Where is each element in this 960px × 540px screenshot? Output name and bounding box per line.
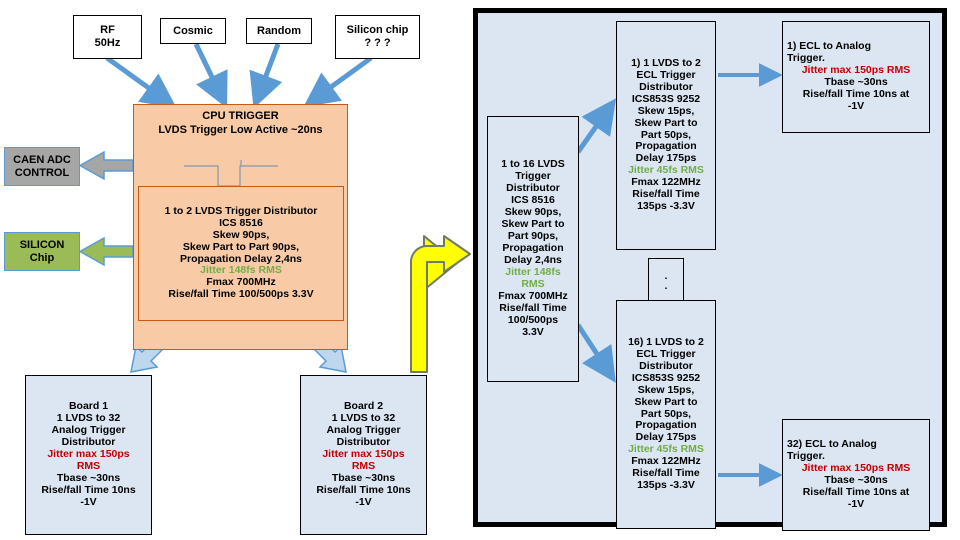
board1-voltage: -1V bbox=[80, 495, 97, 508]
cpu-trigger-block[interactable]: CPU TRIGGER LVDS Trigger Low Active ~20n… bbox=[133, 104, 348, 350]
ecl-last-line6: Skew Part to bbox=[634, 395, 698, 408]
ellipsis-box: . . bbox=[648, 258, 684, 306]
ecl-last-risefall-val: 135ps -3.3V bbox=[637, 479, 695, 492]
source-box-cosmic[interactable]: Cosmic bbox=[160, 18, 226, 44]
ecl-last-line5: Skew 15ps, bbox=[637, 383, 695, 396]
arrow-cpu-to-caen bbox=[78, 150, 134, 181]
low-active-pulse-waveform bbox=[182, 142, 300, 187]
board2-box[interactable]: Board 2 1 LVDS to 32 Analog Trigger Dist… bbox=[300, 375, 427, 535]
cpu-trigger-title: CPU TRIGGER bbox=[202, 110, 279, 122]
board1-box[interactable]: Board 1 1 LVDS to 32 Analog Trigger Dist… bbox=[25, 375, 152, 535]
ecl-last-line1: 16) 1 LVDS to 2 bbox=[628, 335, 704, 348]
source-box-random[interactable]: Random bbox=[246, 18, 312, 44]
arrow-expand-to-panel bbox=[410, 235, 471, 373]
ecl-distributor-box-first[interactable]: 1) 1 LVDS to 2 ECL Trigger Distributor I… bbox=[616, 21, 716, 250]
arrow-silicon-source-to-cpu bbox=[303, 55, 373, 108]
lvds12-line1: 1 to 2 LVDS Trigger Distributor bbox=[164, 204, 318, 217]
ecl-last-line4: ICS853S 9252 bbox=[631, 371, 701, 384]
ecl-distributor-box-last[interactable]: 16) 1 LVDS to 2 ECL Trigger Distributor … bbox=[616, 300, 716, 529]
source-box-rf[interactable]: RF 50Hz bbox=[73, 15, 142, 59]
diagram-canvas: RF 50Hz Cosmic Random Silicon chip ? ? ?… bbox=[0, 0, 960, 540]
arrow-cpu-to-silicon bbox=[78, 236, 134, 267]
lvds-1to16-distributor-box[interactable]: 1 to 16 LVDS Trigger Distributor ICS 851… bbox=[487, 116, 579, 382]
ecl-first-line4: ICS853S 9252 bbox=[631, 92, 701, 105]
lvds12-line4: Skew Part to Part 90ps, bbox=[182, 240, 300, 253]
lvds16-voltage: 3.3V bbox=[522, 325, 544, 338]
ecl-last-line3: Distributor bbox=[639, 359, 693, 372]
lvds12-line3: Skew 90ps, bbox=[212, 228, 270, 241]
ecl-last-line2: ECL Trigger bbox=[636, 347, 696, 360]
ecl-first-line3: Distributor bbox=[639, 80, 693, 93]
lvds12-risefall: Rise/fall Time 100/500ps 3.3V bbox=[168, 288, 314, 301]
analog-first-voltage: -1V bbox=[847, 99, 865, 112]
ecl-first-line5: Skew 15ps, bbox=[637, 104, 695, 117]
silicon-chip-box[interactable]: SILICON Chip bbox=[4, 232, 80, 271]
board2-voltage: -1V bbox=[355, 495, 372, 508]
ecl-to-analog-box-first[interactable]: 1) ECL to Analog Trigger. Jitter max 150… bbox=[782, 21, 930, 133]
ecl-first-line6: Skew Part to bbox=[634, 116, 698, 129]
cpu-trigger-subtitle: LVDS Trigger Low Active ~20ns bbox=[158, 123, 323, 136]
source-box-silicon-chip[interactable]: Silicon chip ? ? ? bbox=[335, 15, 420, 59]
lvds16-risefall-val: 100/500ps bbox=[507, 313, 559, 326]
arrow-cosmic-to-cpu bbox=[193, 42, 228, 109]
ellipsis-dot-2: . bbox=[664, 281, 668, 292]
arrow-rf-to-cpu bbox=[105, 55, 177, 109]
analog-last-voltage: -1V bbox=[847, 497, 865, 510]
arrow-random-to-cpu bbox=[249, 43, 283, 109]
ecl-first-line2: ECL Trigger bbox=[636, 68, 696, 81]
lvds12-line2: ICS 8516 bbox=[219, 216, 263, 229]
caen-adc-control-box[interactable]: CAEN ADC CONTROL bbox=[4, 147, 80, 186]
ecl-first-risefall-val: 135ps -3.3V bbox=[637, 200, 695, 213]
ecl-first-line1: 1) 1 LVDS to 2 bbox=[631, 56, 701, 69]
ecl-to-analog-box-last[interactable]: 32) ECL to Analog Trigger. Jitter max 15… bbox=[782, 419, 930, 531]
lvds-1to2-distributor-box[interactable]: 1 to 2 LVDS Trigger Distributor ICS 8516… bbox=[138, 186, 344, 321]
